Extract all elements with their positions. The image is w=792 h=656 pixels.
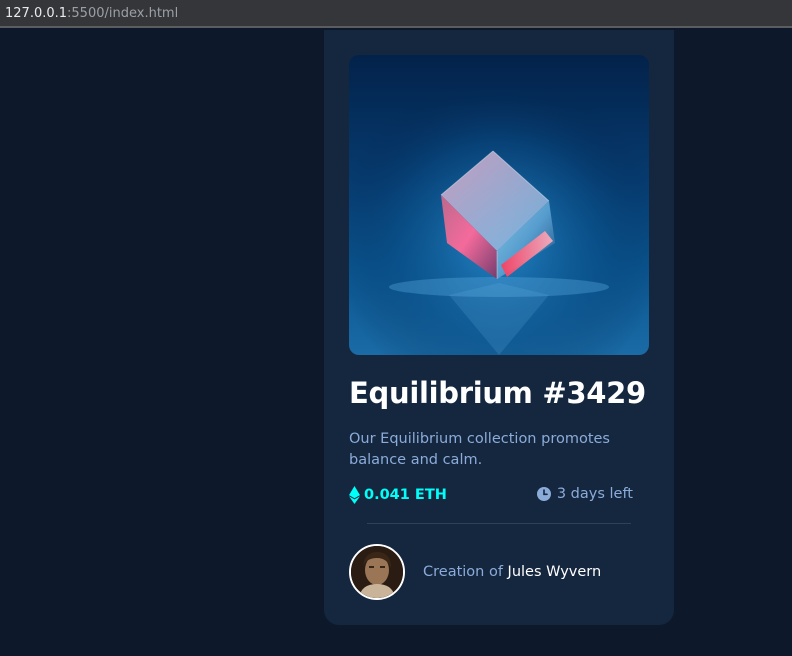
- creator-prefix: Creation of: [423, 564, 508, 580]
- url-path: :5500/index.html: [67, 5, 179, 21]
- creator-text: Creation of Jules Wyvern: [423, 564, 601, 580]
- nft-description: Our Equilibrium collection promotes bala…: [349, 431, 610, 468]
- creator-name[interactable]: Jules Wyvern: [508, 564, 602, 580]
- nft-card: Equilibrium #3429 Our Equilibrium collec…: [324, 30, 674, 625]
- avatar: [349, 544, 405, 600]
- price-value: 0.041 ETH: [364, 487, 447, 503]
- time-left-label: 3 days left: [556, 486, 633, 502]
- equilibrium-cube-image: [349, 55, 649, 355]
- address-bar[interactable]: 127.0.0.1:5500/index.html: [0, 0, 792, 28]
- creator: Creation of Jules Wyvern: [349, 544, 601, 600]
- clock-icon: [536, 487, 551, 501]
- page-viewport: Equilibrium #3429 Our Equilibrium collec…: [0, 30, 792, 656]
- ethereum-icon: [349, 486, 360, 504]
- divider: [367, 523, 631, 524]
- price: 0.041 ETH: [349, 486, 447, 504]
- nft-title[interactable]: Equilibrium #3429: [349, 376, 646, 410]
- time-left: 3 days left: [536, 486, 633, 502]
- url-host: 127.0.0.1: [5, 5, 68, 21]
- nft-image[interactable]: [349, 55, 649, 355]
